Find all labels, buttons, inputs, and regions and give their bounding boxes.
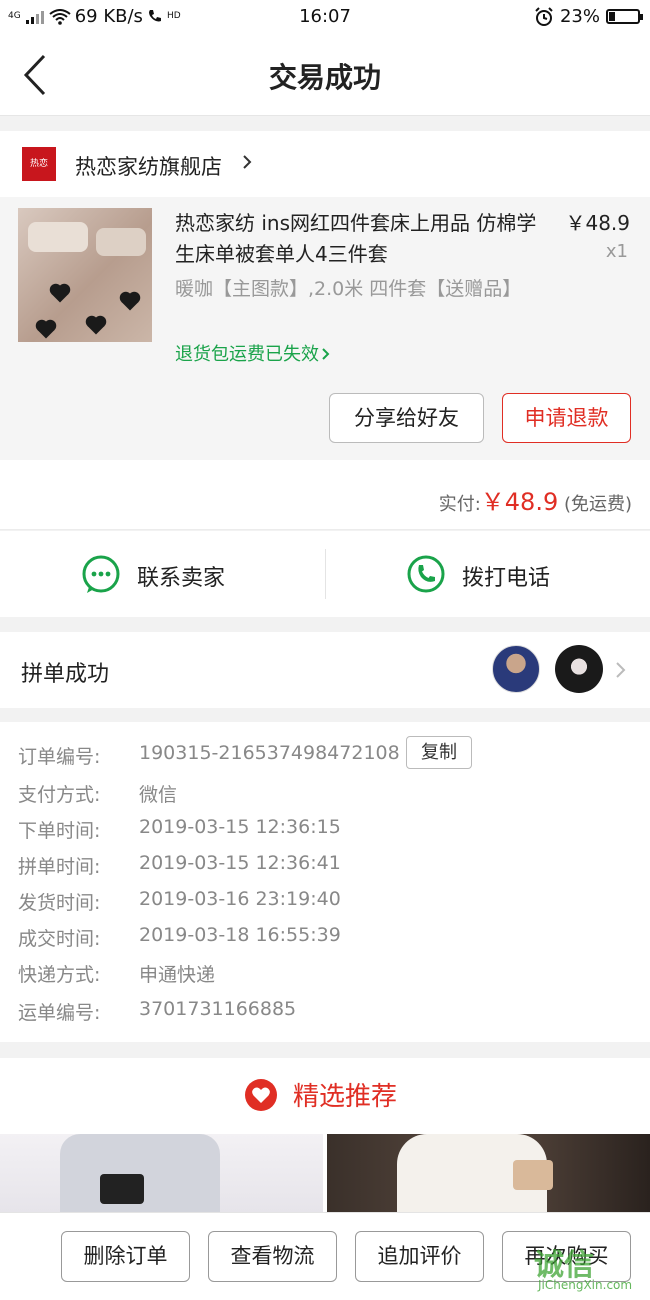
payment-method: 微信 bbox=[139, 784, 178, 806]
copy-button[interactable]: 复制 bbox=[406, 736, 472, 769]
courier-row: 快递方式: 申通快递 bbox=[18, 960, 215, 987]
heart-icon bbox=[245, 1079, 277, 1111]
info-label: 运单编号: bbox=[18, 1002, 101, 1024]
phone-icon bbox=[407, 555, 445, 593]
product-thumbnail[interactable] bbox=[18, 208, 152, 342]
recommend-grid bbox=[0, 1134, 650, 1214]
paid-amount: ￥48.9 bbox=[480, 488, 559, 516]
product-card[interactable]: 热恋家纺 ins网红四件套床上用品 仿棉学生床单被套单人4三件套 ￥48.9 x… bbox=[0, 197, 650, 460]
payment-summary: 实付:￥48.9 (免运费) bbox=[0, 460, 650, 530]
ship-time: 2019-03-16 23:19:40 bbox=[139, 888, 341, 910]
status-bar: 4G 69 KB/s HD 16:07 23% bbox=[0, 0, 650, 34]
bag-shape bbox=[100, 1174, 144, 1204]
avatar bbox=[555, 645, 603, 693]
call-label: 拨打电话 bbox=[462, 566, 551, 591]
order-info: 订单编号: 190315-216537498472108 支付方式: 微信 下单时间… bbox=[0, 722, 650, 1042]
chevron-right-icon bbox=[616, 662, 626, 678]
ship-time-row: 发货时间: 2019-03-16 23:19:40 bbox=[18, 888, 341, 915]
refund-shipping-label: 退货包运费已失效 bbox=[175, 344, 319, 365]
info-label: 支付方式: bbox=[18, 784, 101, 806]
battery-percent: 23% bbox=[559, 6, 600, 27]
share-button[interactable]: 分享给好友 bbox=[329, 393, 484, 443]
chevron-right-icon bbox=[243, 155, 252, 169]
shipping-note: (免运费) bbox=[563, 494, 632, 515]
courier: 申通快递 bbox=[139, 964, 216, 986]
heart-pattern-icon bbox=[37, 321, 55, 339]
group-buy-label: 拼单成功 bbox=[21, 662, 110, 687]
delete-order-button[interactable]: 删除订单 bbox=[61, 1231, 190, 1282]
chat-bubble-icon bbox=[82, 555, 120, 593]
nav-bar: 交易成功 bbox=[0, 34, 650, 116]
recommend-header: 精选推荐 bbox=[0, 1058, 650, 1134]
heart-pattern-icon bbox=[87, 317, 105, 335]
add-review-button[interactable]: 追加评价 bbox=[355, 1231, 484, 1282]
refund-button[interactable]: 申请退款 bbox=[502, 393, 631, 443]
chevron-right-icon bbox=[322, 348, 330, 360]
group-time-row: 拼单时间: 2019-03-15 12:36:41 bbox=[18, 852, 341, 879]
alarm-icon bbox=[535, 6, 553, 26]
order-time: 2019-03-15 12:36:15 bbox=[139, 816, 341, 838]
call-button[interactable]: 拨打电话 bbox=[326, 531, 650, 617]
thumbnail-pillow bbox=[96, 228, 146, 256]
thumbnail-pillow bbox=[28, 222, 88, 252]
product-quantity: x1 bbox=[605, 241, 628, 262]
battery-icon bbox=[606, 9, 643, 24]
watermark-site: JiChengXin.com bbox=[538, 1278, 633, 1292]
recommend-title: 精选推荐 bbox=[293, 1082, 398, 1112]
info-label: 发货时间: bbox=[18, 892, 101, 914]
order-number: 190315-216537498472108 bbox=[139, 742, 400, 764]
page-title: 交易成功 bbox=[268, 61, 381, 94]
tracking-number: 3701731166885 bbox=[139, 998, 297, 1020]
deal-time: 2019-03-18 16:55:39 bbox=[139, 924, 341, 946]
store-row[interactable]: 热恋 热恋家纺旗舰店 bbox=[0, 131, 650, 197]
info-label: 拼单时间: bbox=[18, 856, 101, 878]
payment-method-row: 支付方式: 微信 bbox=[18, 780, 177, 807]
info-label: 下单时间: bbox=[18, 820, 101, 842]
tracking-number-row: 运单编号: 3701731166885 bbox=[18, 998, 296, 1025]
product-title[interactable]: 热恋家纺 ins网红四件套床上用品 仿棉学生床单被套单人4三件套 bbox=[175, 208, 545, 270]
order-time-row: 下单时间: 2019-03-15 12:36:15 bbox=[18, 816, 341, 843]
watermark: 诚信 JiChengXin.com bbox=[534, 1240, 650, 1298]
battery-fill bbox=[609, 12, 615, 21]
avatar bbox=[492, 645, 540, 693]
paid-label: 实付: bbox=[438, 494, 481, 515]
recommend-item-image[interactable] bbox=[327, 1134, 650, 1214]
contact-seller-button[interactable]: 联系卖家 bbox=[0, 531, 325, 617]
product-price: ￥48.9 bbox=[565, 211, 630, 235]
product-spec: 暖咖【主图款】,2.0米 四件套【送赠品】 bbox=[175, 278, 522, 300]
contact-row: 联系卖家 拨打电话 bbox=[0, 531, 650, 617]
info-label: 订单编号: bbox=[18, 746, 101, 768]
refund-shipping-note[interactable]: 退货包运费已失效 bbox=[175, 340, 331, 366]
deal-time-row: 成交时间: 2019-03-18 16:55:39 bbox=[18, 924, 341, 951]
store-name[interactable]: 热恋家纺旗舰店 bbox=[75, 151, 222, 181]
contact-seller-label: 联系卖家 bbox=[137, 566, 226, 591]
group-time: 2019-03-15 12:36:41 bbox=[139, 852, 341, 874]
paid-line: 实付:￥48.9 (免运费) bbox=[439, 482, 632, 517]
view-logistics-button[interactable]: 查看物流 bbox=[208, 1231, 337, 1282]
phone-shape bbox=[513, 1160, 553, 1190]
store-logo: 热恋 bbox=[22, 147, 56, 181]
heart-pattern-icon bbox=[51, 285, 69, 303]
group-buy-row[interactable]: 拼单成功 bbox=[0, 632, 650, 708]
recommend-item-image[interactable] bbox=[0, 1134, 323, 1214]
order-number-row: 订单编号: 190315-216537498472108 bbox=[18, 742, 400, 769]
heart-pattern-icon bbox=[121, 293, 139, 311]
info-label: 快递方式: bbox=[18, 964, 101, 986]
info-label: 成交时间: bbox=[18, 928, 101, 950]
